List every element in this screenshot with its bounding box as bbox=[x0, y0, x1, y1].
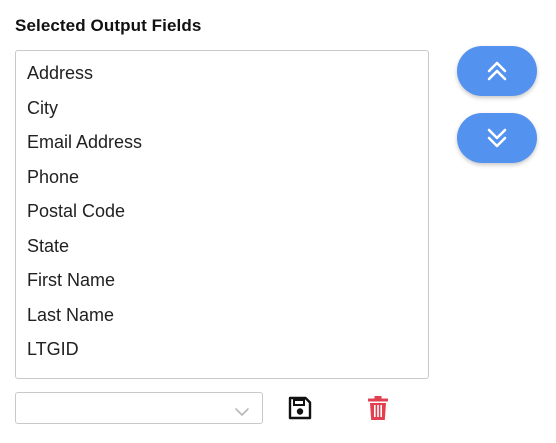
field-item-last-name[interactable]: Last Name bbox=[16, 304, 428, 339]
field-item-first-name[interactable]: First Name bbox=[16, 269, 428, 304]
double-chevron-down-icon bbox=[485, 127, 509, 149]
field-item-ltgid[interactable]: LTGID bbox=[16, 338, 428, 373]
trash-icon bbox=[366, 395, 390, 424]
move-down-button[interactable] bbox=[457, 113, 537, 163]
field-item-phone[interactable]: Phone bbox=[16, 166, 428, 201]
field-item-email-address[interactable]: Email Address bbox=[16, 131, 428, 166]
selected-fields-list[interactable]: Address City Email Address Phone Postal … bbox=[15, 50, 429, 379]
double-chevron-up-icon bbox=[485, 60, 509, 82]
field-item-postal-code[interactable]: Postal Code bbox=[16, 200, 428, 235]
move-up-button[interactable] bbox=[457, 46, 537, 96]
section-title: Selected Output Fields bbox=[15, 16, 202, 35]
field-item-state[interactable]: State bbox=[16, 235, 428, 270]
save-button[interactable] bbox=[286, 395, 314, 423]
field-select-dropdown[interactable] bbox=[15, 392, 263, 424]
field-item-address[interactable]: Address bbox=[16, 62, 428, 97]
field-item-city[interactable]: City bbox=[16, 97, 428, 132]
delete-button[interactable] bbox=[364, 395, 392, 423]
chevron-down-icon bbox=[234, 404, 250, 422]
floppy-disk-icon bbox=[287, 395, 313, 424]
